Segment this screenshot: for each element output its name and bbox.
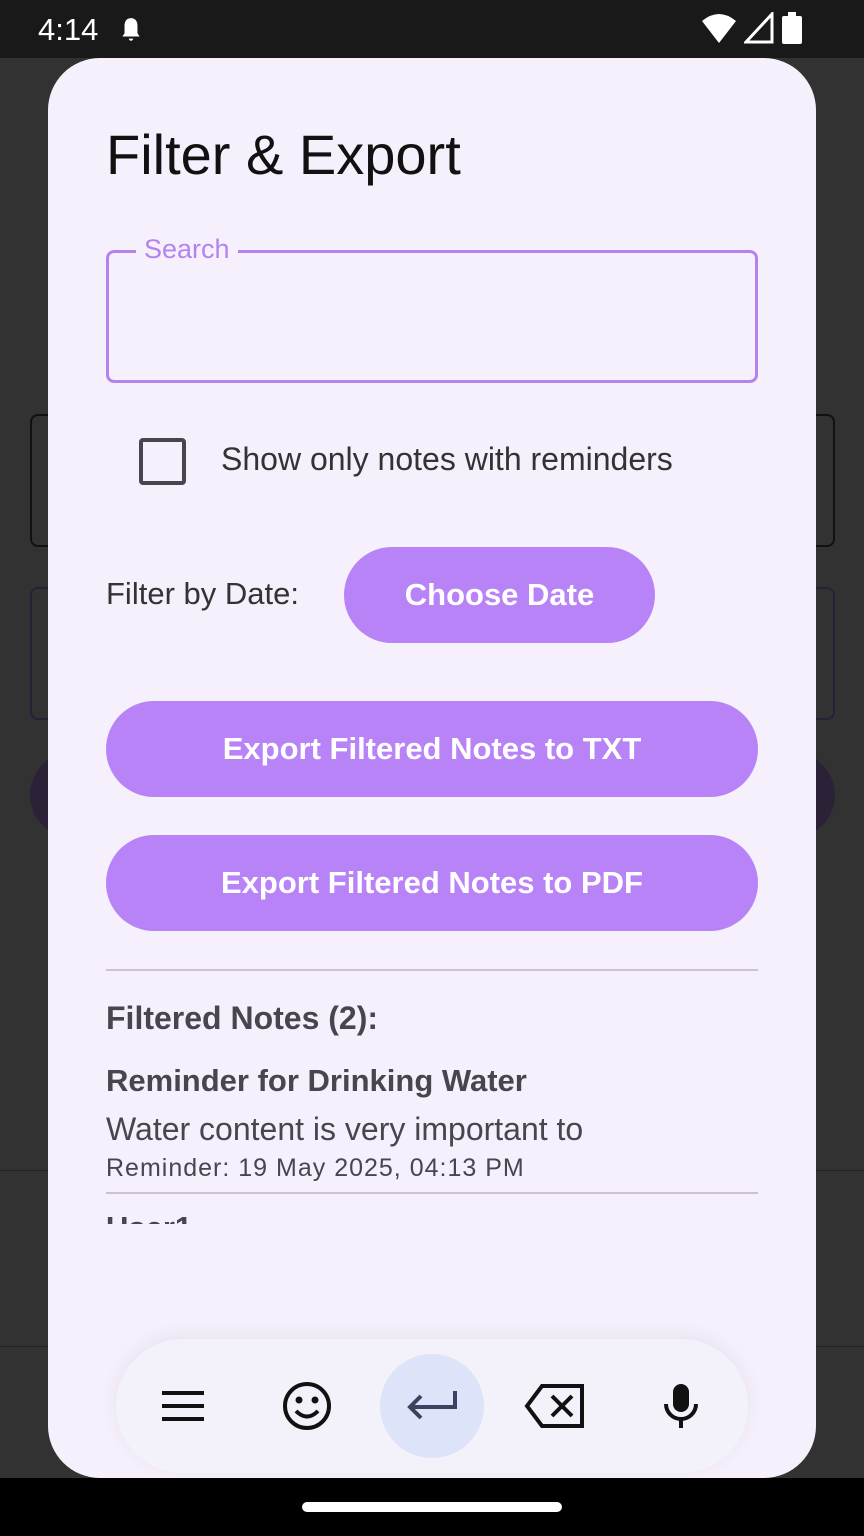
signal-icon xyxy=(744,12,774,44)
notification-bell-icon xyxy=(122,18,140,41)
backspace-icon xyxy=(524,1384,584,1428)
home-handle[interactable] xyxy=(302,1502,562,1512)
note-item[interactable]: Reminder for Drinking Water Water conten… xyxy=(106,1063,758,1183)
export-pdf-button[interactable]: Export Filtered Notes to PDF xyxy=(106,835,758,931)
note-title: User1 xyxy=(106,1210,192,1224)
backspace-key[interactable] xyxy=(503,1354,607,1458)
keyboard-toolbar xyxy=(116,1339,748,1473)
enter-key[interactable] xyxy=(380,1354,484,1458)
microphone-key[interactable] xyxy=(629,1354,733,1458)
enter-icon xyxy=(407,1391,457,1420)
note-item[interactable]: User1 xyxy=(106,1208,192,1224)
filter-by-date-label: Filter by Date: xyxy=(106,576,299,611)
note-title: Reminder for Drinking Water xyxy=(106,1063,527,1098)
choose-date-button[interactable]: Choose Date xyxy=(344,547,655,643)
filter-export-dialog: Filter & Export Search Show only notes w… xyxy=(48,58,816,1478)
menu-icon xyxy=(162,1391,204,1421)
divider xyxy=(106,1192,758,1194)
wifi-icon xyxy=(702,14,736,43)
search-label: Search xyxy=(136,234,238,265)
filtered-notes-heading: Filtered Notes (2): xyxy=(106,1000,379,1036)
note-reminder: Reminder: 19 May 2025, 04:13 PM xyxy=(106,1154,525,1182)
note-body: Water content is very important to xyxy=(106,1111,584,1147)
reminders-checkbox-label[interactable]: Show only notes with reminders xyxy=(221,441,673,478)
divider xyxy=(106,969,758,971)
status-time: 4:14 xyxy=(38,12,99,47)
battery-icon xyxy=(782,12,802,44)
status-bar: 4:14 xyxy=(0,0,864,58)
emoji-key[interactable] xyxy=(255,1354,359,1458)
microphone-icon xyxy=(664,1384,698,1428)
export-txt-button[interactable]: Export Filtered Notes to TXT xyxy=(106,701,758,797)
dialog-title: Filter & Export xyxy=(106,123,461,186)
search-input[interactable] xyxy=(109,253,755,380)
reminders-checkbox[interactable] xyxy=(139,438,186,485)
menu-key[interactable] xyxy=(131,1354,235,1458)
emoji-icon xyxy=(283,1382,331,1430)
search-field[interactable] xyxy=(106,250,758,383)
